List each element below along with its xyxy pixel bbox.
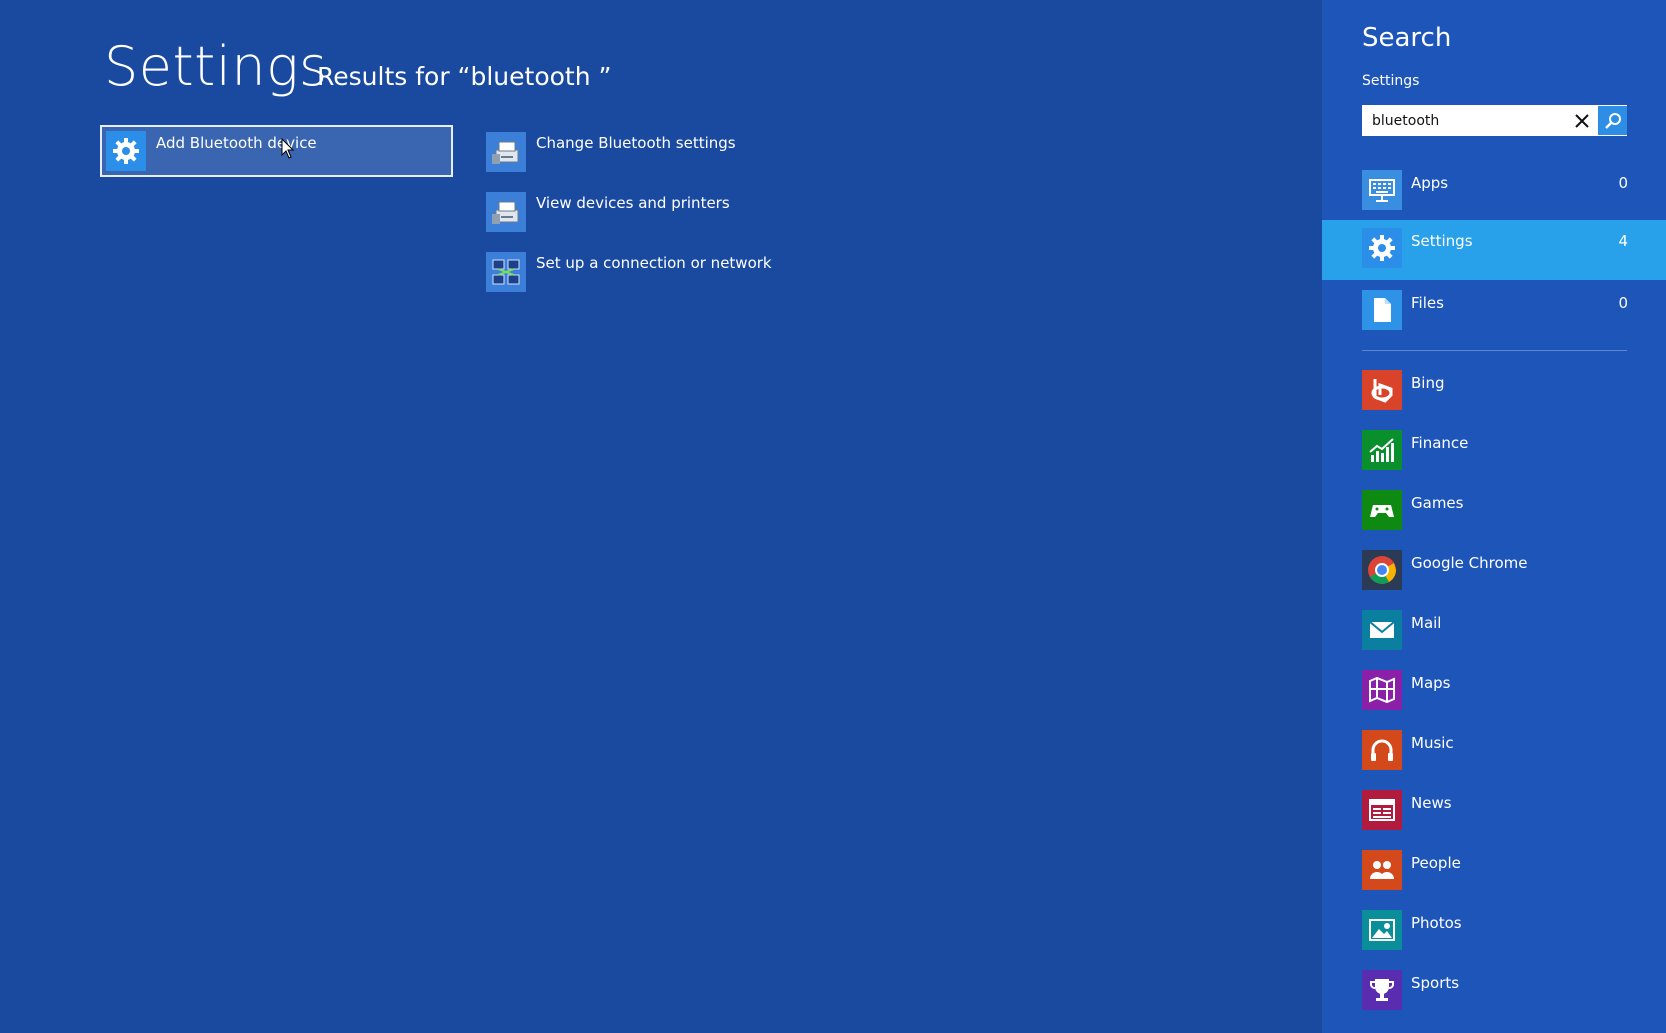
apps-icon (1362, 170, 1402, 210)
app-music[interactable]: Music (1322, 722, 1666, 782)
app-games[interactable]: Games (1322, 482, 1666, 542)
app-mail[interactable]: Mail (1322, 602, 1666, 662)
scope-label: Settings (1411, 232, 1473, 250)
app-people[interactable]: People (1322, 842, 1666, 902)
chrome-icon (1362, 550, 1402, 590)
search-charm-panel: Search Settings bluetooth Apps 0 Setting… (1322, 0, 1666, 1033)
app-label: Bing (1411, 374, 1445, 392)
trophy-icon (1362, 970, 1402, 1010)
gear-icon (106, 131, 146, 171)
app-label: Google Chrome (1411, 554, 1528, 572)
app-label: People (1411, 854, 1461, 872)
mail-icon (1362, 610, 1402, 650)
app-photos[interactable]: Photos (1322, 902, 1666, 962)
result-label: Change Bluetooth settings (536, 134, 736, 152)
scope-label: Apps (1411, 174, 1449, 192)
scope-files[interactable]: Files 0 (1322, 282, 1666, 342)
music-icon (1362, 730, 1402, 770)
devices-printers-icon (486, 132, 526, 172)
app-label: News (1411, 794, 1452, 812)
scope-count: 0 (1618, 174, 1628, 192)
photos-icon (1362, 910, 1402, 950)
app-label: Maps (1411, 674, 1451, 692)
app-sports[interactable]: Sports (1322, 962, 1666, 1022)
app-maps[interactable]: Maps (1322, 662, 1666, 722)
finance-icon (1362, 430, 1402, 470)
charm-divider (1362, 350, 1627, 351)
results-for-label: Results for “bluetooth ” (317, 62, 612, 91)
close-icon (1575, 113, 1589, 128)
app-label: Music (1411, 734, 1454, 752)
app-bing[interactable]: Bing (1322, 362, 1666, 422)
app-finance[interactable]: Finance (1322, 422, 1666, 482)
result-change-bluetooth-settings[interactable]: Change Bluetooth settings (480, 126, 770, 178)
app-label: Mail (1411, 614, 1442, 632)
search-icon (1604, 112, 1621, 129)
app-label: Photos (1411, 914, 1462, 932)
network-icon (486, 252, 526, 292)
search-results-screen: Settings Results for “bluetooth ” Add Bl… (0, 0, 1666, 1033)
result-add-bluetooth-device[interactable]: Add Bluetooth device (100, 125, 453, 177)
result-set-up-connection[interactable]: Set up a connection or network (480, 246, 800, 298)
app-label: Finance (1411, 434, 1469, 452)
search-submit-button[interactable] (1598, 106, 1627, 135)
charm-scope-label: Settings (1362, 73, 1420, 89)
app-google-chrome[interactable]: Google Chrome (1322, 542, 1666, 602)
people-icon (1362, 850, 1402, 890)
bing-icon (1362, 370, 1402, 410)
result-label: View devices and printers (536, 194, 730, 212)
scope-settings[interactable]: Settings 4 (1322, 220, 1666, 280)
result-view-devices-and-printers[interactable]: View devices and printers (480, 186, 770, 238)
clear-search-button[interactable] (1570, 105, 1594, 136)
app-label: Games (1411, 494, 1464, 512)
scope-count: 4 (1618, 232, 1628, 250)
app-news[interactable]: News (1322, 782, 1666, 842)
news-icon (1362, 790, 1402, 830)
gear-icon (1362, 228, 1402, 268)
scope-count: 0 (1618, 294, 1628, 312)
mouse-cursor-icon (281, 138, 295, 159)
file-icon (1362, 290, 1402, 330)
scope-apps[interactable]: Apps 0 (1322, 162, 1666, 222)
app-label: Sports (1411, 974, 1460, 992)
scope-label: Files (1411, 294, 1444, 312)
maps-icon (1362, 670, 1402, 710)
devices-printers-icon (486, 192, 526, 232)
result-label: Set up a connection or network (536, 254, 772, 272)
games-icon (1362, 490, 1402, 530)
page-title: Settings (104, 35, 328, 98)
charm-title: Search (1362, 23, 1452, 53)
